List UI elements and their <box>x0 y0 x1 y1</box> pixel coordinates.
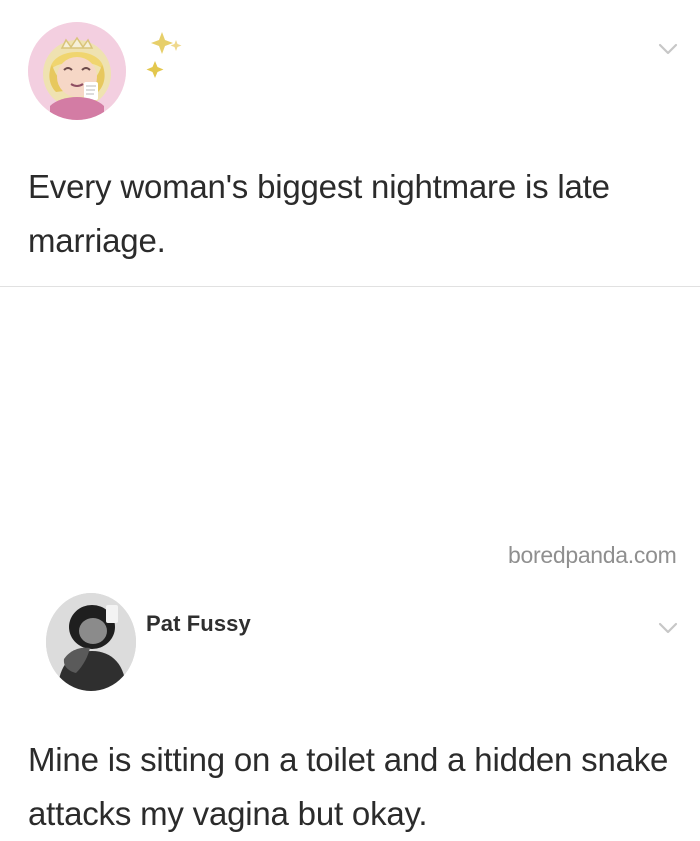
username[interactable]: Pat Fussy <box>146 611 251 637</box>
post-text: Every woman's biggest nightmare is late … <box>28 168 610 259</box>
watermark-text: boredpanda.com <box>508 542 677 568</box>
sparkles-icon <box>140 28 188 90</box>
person-photo-avatar-icon <box>46 593 136 691</box>
avatar-person-photo[interactable] <box>46 593 136 691</box>
cartoon-princess-avatar-icon <box>28 22 126 120</box>
chevron-down-icon[interactable] <box>658 42 678 56</box>
post-original: Every woman's biggest nightmare is late … <box>0 0 700 286</box>
reply-text: Mine is sitting on a toilet and a hidden… <box>28 741 669 832</box>
chevron-down-icon[interactable] <box>658 621 678 635</box>
reply-post: Pat Fussy Mine is sitting on a toilet an… <box>0 287 700 832</box>
avatar-cartoon-princess[interactable] <box>28 22 126 120</box>
